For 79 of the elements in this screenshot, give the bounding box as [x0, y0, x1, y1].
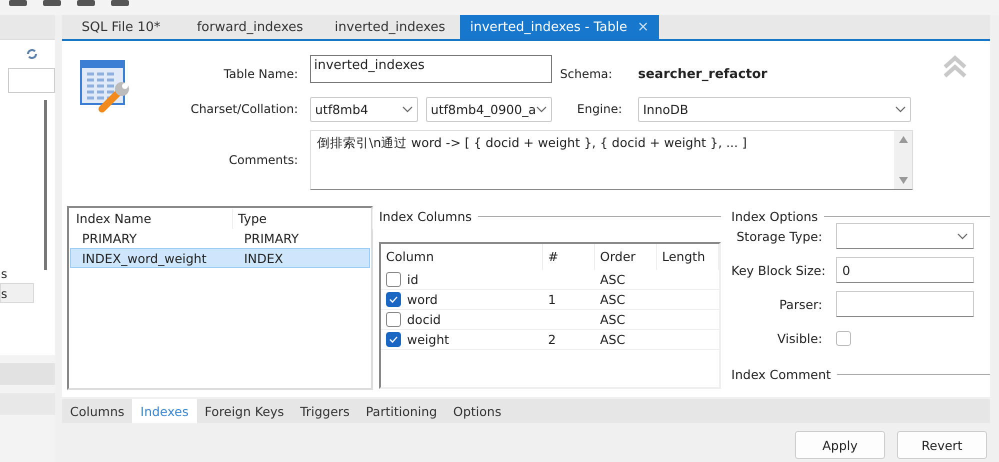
field-label: Comments: [228, 153, 299, 167]
sidebar-item[interactable]: s [0, 263, 34, 283]
field-label: Charset/Collation: [190, 102, 299, 116]
field-label: Visible: [776, 330, 824, 346]
table-name-field[interactable]: inverted_indexes [310, 55, 552, 83]
editor-tab[interactable]: inverted_indexes - Table × [460, 15, 659, 39]
group-title: Index Options [731, 208, 818, 224]
table-cell: word [407, 292, 438, 307]
column-header[interactable]: # [543, 244, 595, 270]
table-cell-text: PRIMARY [243, 230, 300, 246]
index-row[interactable]: INDEX_word_weight INDEX [70, 248, 370, 268]
revert-button[interactable]: Revert [897, 431, 987, 459]
table-cell: ASC [600, 272, 626, 287]
scroll-down-icon[interactable] [898, 177, 908, 184]
table-cell: id [407, 272, 418, 287]
index-row[interactable]: PRIMARY PRIMARY [70, 228, 370, 248]
column-header[interactable]: Length [657, 244, 719, 270]
table-cell: docid [407, 312, 441, 327]
editor-tab[interactable]: Indexes [132, 399, 197, 423]
table-cell-text: INDEX_word_weight [81, 250, 208, 266]
editor-tab[interactable]: Triggers [292, 399, 358, 423]
column-header[interactable]: Type [233, 209, 373, 229]
tab-label: inverted_indexes [334, 20, 446, 34]
table-cell: ASC [600, 332, 626, 347]
tab-label: SQL File 10* [82, 20, 160, 34]
apply-button[interactable]: Apply [795, 431, 885, 459]
table-cell: 1 [548, 292, 556, 307]
collation-dropdown[interactable]: utf8mb4_0900_a [426, 96, 552, 122]
comments-field[interactable]: 倒排索引\n通过 word -> [ { docid + weight }, { docid + weight }, ... ] [310, 130, 913, 190]
tab-label: forward_indexes [196, 20, 304, 34]
field-label: Storage Type: [735, 228, 824, 244]
toolbar-icon[interactable] [8, 0, 28, 8]
checkbox[interactable] [386, 332, 401, 347]
editor-tab[interactable]: SQL File 10* [62, 15, 180, 39]
checkbox[interactable] [386, 292, 401, 307]
column-header[interactable]: Column [381, 244, 543, 270]
close-icon[interactable]: × [637, 19, 649, 35]
table-cell: ASC [600, 312, 626, 327]
column-header[interactable]: Order [595, 244, 657, 270]
group-title: Index Comment [731, 366, 831, 382]
editor-tab[interactable]: forward_indexes [180, 15, 320, 39]
field-label: Table Name: [222, 67, 299, 81]
check-icon [389, 336, 398, 343]
field-label: Engine: [576, 102, 624, 116]
editor-tab[interactable]: Partitioning [358, 399, 446, 423]
field-label: Key Block Size: [731, 262, 827, 278]
table-cell: 2 [548, 332, 556, 347]
table-cell: weight [407, 332, 450, 347]
scrollbar[interactable] [44, 100, 47, 270]
checkbox[interactable] [836, 330, 852, 346]
check-icon [389, 296, 398, 303]
charset-dropdown[interactable]: utf8mb4 [310, 96, 418, 122]
table-cell-text: PRIMARY [81, 230, 138, 246]
refresh-icon[interactable] [26, 48, 38, 60]
group-title: Index Columns [379, 208, 472, 224]
field-label: Parser: [778, 296, 824, 312]
table-cell: ASC [600, 292, 626, 307]
parser-field[interactable] [836, 291, 974, 317]
editor-tab[interactable]: Options [445, 399, 510, 423]
editor-tab[interactable]: Foreign Keys [196, 399, 292, 423]
checkbox[interactable] [386, 312, 401, 327]
scrollbar[interactable] [894, 131, 912, 189]
schema-name: searcher_refactor [638, 66, 768, 82]
key-block-size-field[interactable]: 0 [836, 257, 974, 283]
storage-type-dropdown[interactable] [836, 223, 974, 249]
editor-tab[interactable]: inverted_indexes [320, 15, 460, 39]
column-header[interactable]: Index Name [71, 209, 233, 229]
engine-dropdown[interactable]: InnoDB [638, 96, 911, 122]
table-cell-text: INDEX [243, 250, 284, 266]
field-label: Schema: [559, 67, 614, 81]
editor-tab[interactable]: Columns [62, 399, 132, 423]
tab-label: inverted_indexes - Table [470, 20, 628, 34]
toolbar-icon[interactable] [42, 0, 62, 8]
scroll-up-icon[interactable] [898, 136, 908, 143]
toolbar-icon[interactable] [110, 0, 130, 8]
toolbar-icon[interactable] [76, 0, 96, 8]
checkbox[interactable] [386, 272, 401, 287]
sidebar-item[interactable]: s [0, 283, 34, 303]
search-field[interactable] [8, 68, 55, 93]
